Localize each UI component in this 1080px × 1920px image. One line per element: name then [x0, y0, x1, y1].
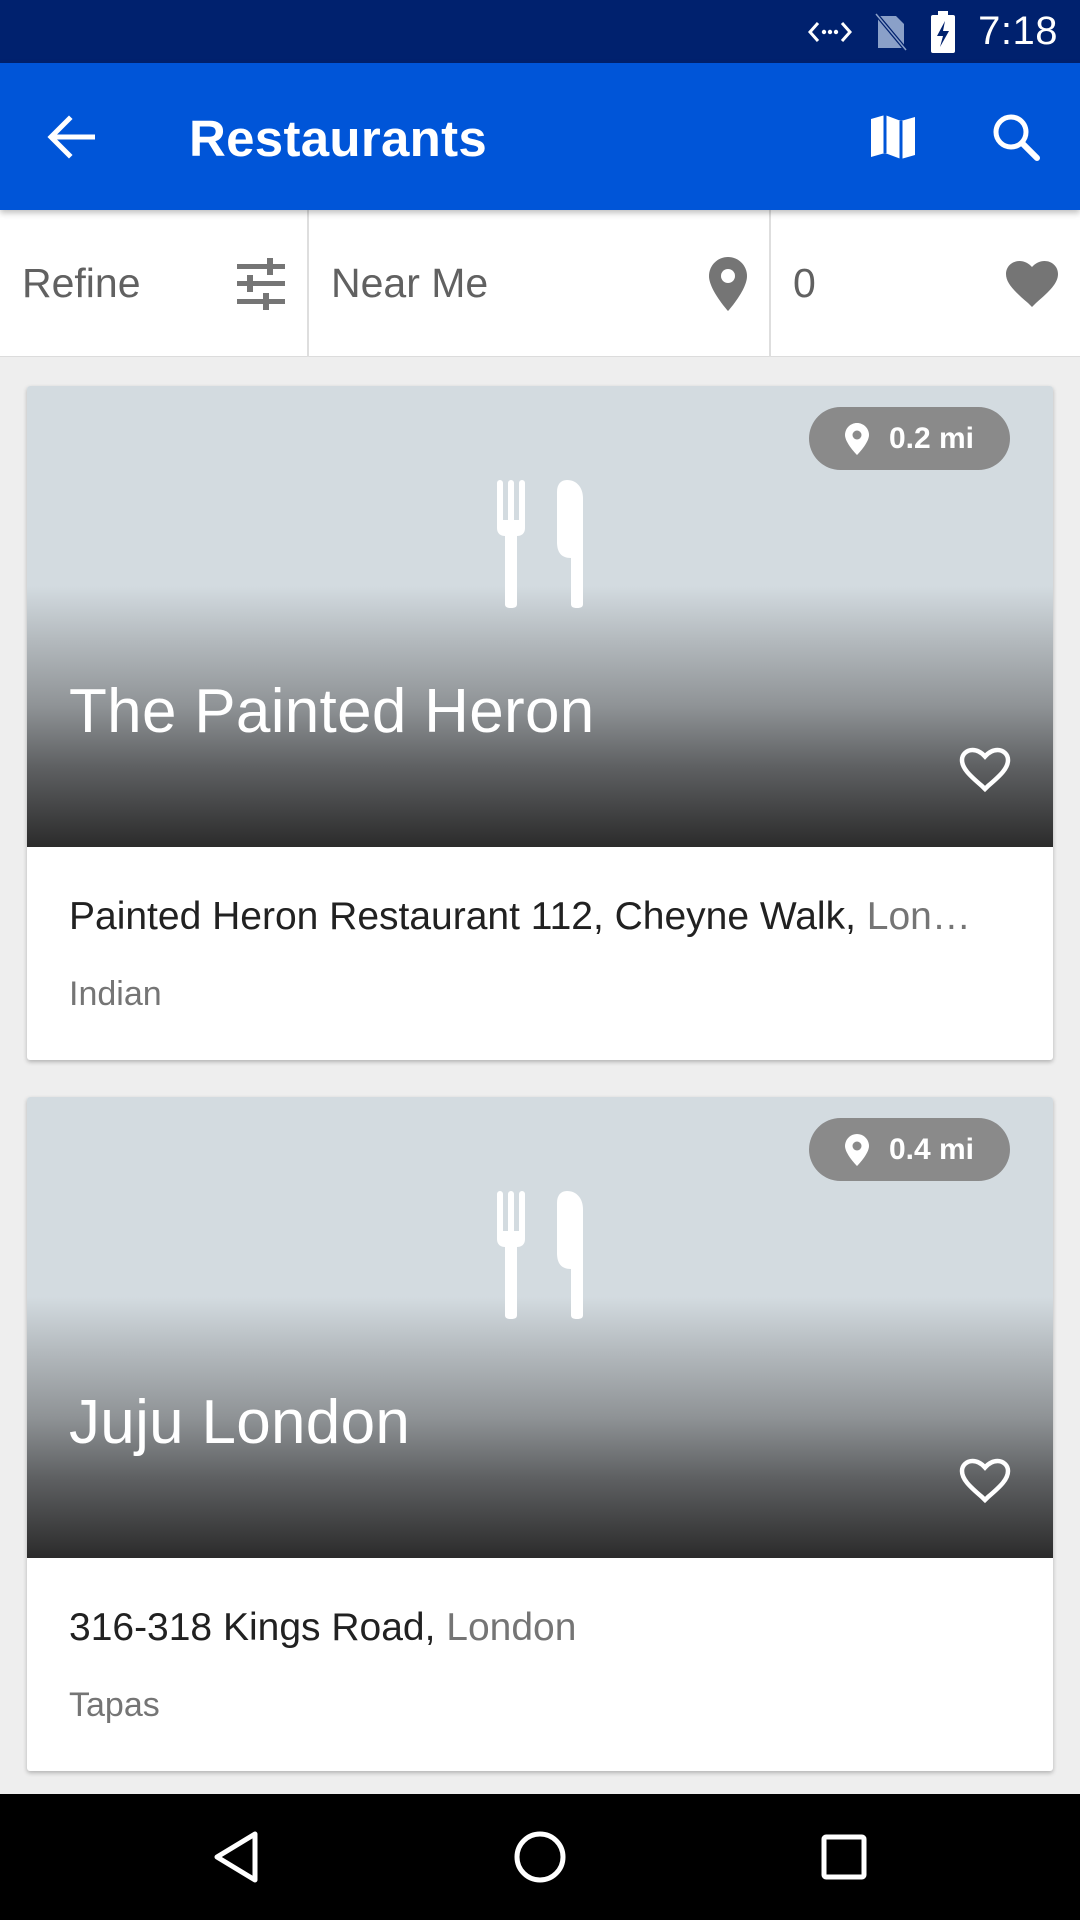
favorites-count: 0 [793, 260, 816, 306]
restaurant-cuisine: Tapas [69, 1686, 160, 1724]
page-title: Restaurants [189, 110, 488, 167]
nav-recents-button[interactable] [804, 1817, 884, 1897]
data-sync-icon [808, 17, 853, 47]
battery-charging-icon [930, 10, 956, 53]
location-filter-button[interactable]: Near Me [307, 210, 769, 357]
address-city: Lon… [866, 895, 971, 938]
heart-outline-icon [959, 1458, 1011, 1504]
address-city: London [446, 1606, 577, 1649]
location-label: Near Me [331, 260, 489, 306]
map-button[interactable] [862, 106, 924, 168]
favorites-button[interactable]: 0 [769, 210, 1080, 357]
restaurant-hero: 0.2 mi The Painted Heron [27, 386, 1053, 847]
restaurant-cuisine: Indian [69, 975, 162, 1013]
home-circle-icon [514, 1831, 566, 1883]
recents-square-icon [821, 1834, 867, 1880]
restaurant-hero: 0.4 mi Juju London [27, 1097, 1053, 1558]
cutlery-icon [497, 1191, 583, 1319]
search-button[interactable] [985, 106, 1047, 168]
restaurant-name: Juju London [69, 1388, 411, 1457]
back-arrow-icon [47, 115, 95, 159]
status-bar: 7:18 [0, 0, 1080, 63]
cutlery-icon [497, 480, 583, 608]
nav-home-button[interactable] [500, 1817, 580, 1897]
restaurant-card[interactable]: 0.2 mi The Painted Heron Painted Heron R… [27, 386, 1053, 1060]
nav-back-button[interactable] [196, 1817, 276, 1897]
address-street: 316-318 Kings Road, [69, 1606, 447, 1649]
system-nav-bar [0, 1794, 1080, 1920]
heart-icon [1006, 260, 1058, 307]
restaurant-details: 316-318 Kings Road, London Tapas [27, 1558, 1053, 1771]
filter-bar: Refine Near Me 0 [0, 210, 1080, 357]
restaurant-details: Painted Heron Restaurant 112, Cheyne Wal… [27, 847, 1053, 1060]
favorite-toggle[interactable] [930, 715, 1040, 825]
restaurant-card[interactable]: 0.4 mi Juju London 316-318 Kings Road, L… [27, 1097, 1053, 1771]
distance-text: 0.2 mi [888, 421, 975, 455]
location-pin-icon [844, 1133, 869, 1166]
map-icon [871, 115, 915, 159]
favorite-toggle[interactable] [930, 1426, 1040, 1536]
restaurant-address: Painted Heron Restaurant 112, Cheyne Wal… [69, 895, 1005, 939]
sliders-icon [237, 257, 285, 310]
search-icon [993, 114, 1040, 161]
app-bar: Restaurants [0, 63, 1080, 210]
distance-badge: 0.2 mi [809, 407, 1010, 470]
back-button[interactable] [40, 106, 102, 168]
no-sim-icon [874, 12, 908, 52]
distance-text: 0.4 mi [888, 1132, 975, 1166]
restaurant-name: The Painted Heron [69, 677, 595, 746]
back-triangle-icon [214, 1831, 258, 1883]
distance-badge: 0.4 mi [809, 1118, 1010, 1181]
location-pin-icon [709, 256, 747, 311]
location-pin-icon [844, 422, 869, 455]
refine-button[interactable]: Refine [0, 210, 307, 357]
status-clock: 7:18 [978, 9, 1058, 53]
address-street: Painted Heron Restaurant 112, Cheyne Wal… [69, 895, 867, 938]
heart-outline-icon [959, 747, 1011, 793]
refine-label: Refine [22, 260, 141, 306]
restaurant-address: 316-318 Kings Road, London [69, 1606, 1005, 1650]
